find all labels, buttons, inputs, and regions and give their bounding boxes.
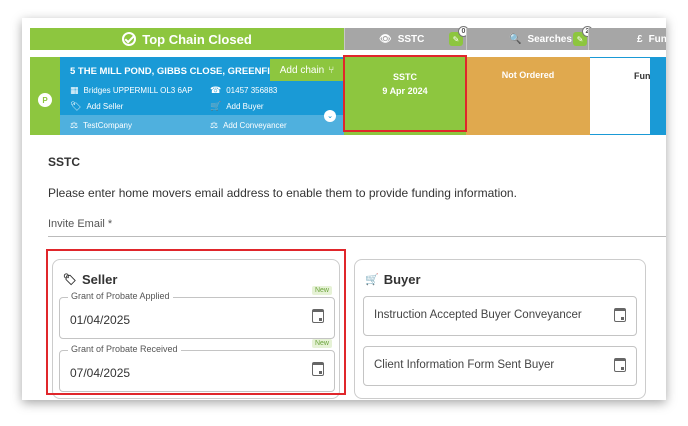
edit-icon[interactable]: ✎2 [573, 26, 593, 46]
tag-icon: 🏷 [70, 101, 82, 111]
invite-email-label[interactable]: Invite Email * [48, 218, 112, 230]
search-icon: 🔍 [509, 33, 522, 45]
tab-funding[interactable]: £ Fun [588, 28, 666, 50]
calendar-icon[interactable] [614, 308, 626, 322]
status-searches[interactable]: Not Ordered [466, 57, 590, 135]
agent-phone: 01457 356883 [226, 86, 278, 95]
property-strip: P [30, 57, 60, 135]
property-info: 5 THE MILL POND, GIBBS CLOSE, GREENFIELD… [60, 57, 344, 135]
field-placeholder: Client Information Form Sent Buyer [374, 359, 555, 371]
add-chain-label: Add chain [279, 64, 325, 76]
agent-line[interactable]: ▦ Bridges UPPERMILL OL3 6AP [70, 85, 193, 96]
fork-icon: ⑂ [328, 64, 335, 76]
progress-tabs: Top Chain Closed 👁 SSTC ✎0 🔍 Searches ✎2… [30, 26, 666, 50]
add-conveyancer-link[interactable]: ⚖ Add Conveyancer [210, 120, 287, 131]
eye-icon: 👁 [379, 33, 392, 45]
check-circle-icon [122, 32, 137, 46]
highlight-box [343, 55, 467, 132]
status-funding[interactable]: Fund [590, 57, 650, 135]
add-chain-button[interactable]: Add chain ⑂ [270, 59, 344, 81]
pound-icon: £ [637, 33, 643, 45]
section-title: SSTC [48, 155, 81, 169]
status-sstc[interactable]: SSTC 9 Apr 2024 [343, 55, 467, 135]
tab-sstc[interactable]: 👁 SSTC ✎ 0 [344, 26, 469, 50]
cart-icon: 🛒 [210, 101, 222, 111]
add-seller-link[interactable]: 🏷 Add Seller [70, 101, 123, 112]
tab-funding-label: Fun [648, 33, 666, 45]
tab-searches[interactable]: 🔍 Searches ✎2 [466, 26, 593, 50]
scales-icon: ⚖ [210, 120, 219, 130]
company-link[interactable]: ⚖ TestCompany [70, 120, 132, 131]
tab-searches-label: Searches [527, 33, 572, 45]
status-funding-label: Fund [634, 71, 650, 81]
add-buyer-link[interactable]: 🛒 Add Buyer [210, 101, 264, 112]
edit-icon[interactable]: ✎ 0 [449, 26, 469, 46]
add-conveyancer-label: Add Conveyancer [223, 121, 287, 130]
instruction-accepted-field[interactable]: Instruction Accepted Buyer Conveyancer [363, 296, 637, 336]
tab-chain-status[interactable]: Top Chain Closed [30, 28, 344, 50]
phone-icon: ☎ [210, 85, 222, 95]
building-icon: ▦ [70, 85, 79, 95]
chevron-down-icon[interactable]: ⌄ [324, 110, 336, 122]
phone-line[interactable]: ☎ 01457 356883 [210, 85, 277, 96]
client-info-form-field[interactable]: Client Information Form Sent Buyer [363, 346, 637, 386]
add-seller-label: Add Seller [86, 102, 124, 111]
add-buyer-label: Add Buyer [226, 102, 264, 111]
company-name: TestCompany [83, 121, 132, 130]
scales-icon: ⚖ [70, 120, 79, 130]
field-placeholder: Instruction Accepted Buyer Conveyancer [374, 309, 582, 321]
buyer-card: 🛒 Buyer Instruction Accepted Buyer Conve… [354, 259, 646, 399]
status-searches-label: Not Ordered [501, 70, 555, 80]
property-badge: P [38, 93, 52, 107]
buyer-title: 🛒 Buyer [365, 272, 421, 287]
chain-status-label: Top Chain Closed [142, 31, 252, 47]
agent-name: Bridges UPPERMILL OL3 6AP [83, 86, 193, 95]
seller-highlight-box [46, 249, 346, 395]
cart-icon: 🛒 [365, 274, 379, 286]
calendar-icon[interactable] [614, 358, 626, 372]
tab-sstc-label: SSTC [397, 33, 425, 45]
app-window: Top Chain Closed 👁 SSTC ✎0 🔍 Searches ✎2… [22, 18, 666, 400]
property-address[interactable]: 5 THE MILL POND, GIBBS CLOSE, GREENFIELD [70, 66, 270, 77]
invite-email-input[interactable] [48, 236, 666, 237]
property-row: P 5 THE MILL POND, GIBBS CLOSE, GREENFIE… [30, 55, 666, 135]
buyer-title-label: Buyer [383, 272, 421, 287]
info-text: Please enter home movers email address t… [48, 186, 517, 200]
